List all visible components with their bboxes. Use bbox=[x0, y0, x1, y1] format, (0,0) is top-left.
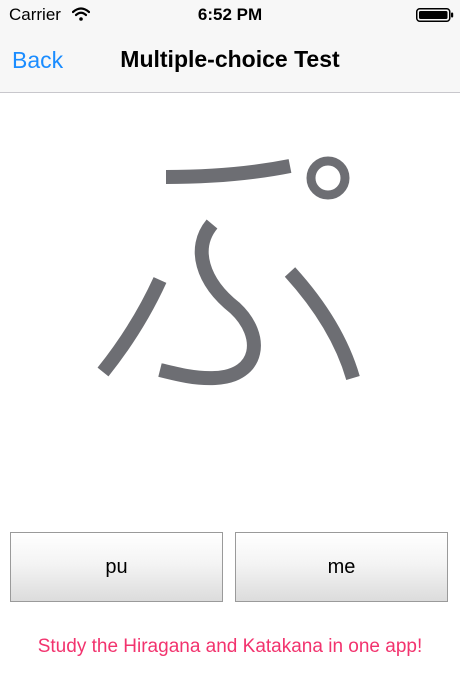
navigation-bar: Back Multiple-choice Test bbox=[0, 30, 460, 93]
promo-banner[interactable]: Study the Hiragana and Katakana in one a… bbox=[0, 636, 460, 658]
page-title: Multiple-choice Test bbox=[120, 46, 340, 72]
kana-stroke-center bbox=[158, 219, 261, 386]
status-bar: Carrier 6:52 PM bbox=[0, 0, 460, 30]
answer-button-pu[interactable]: pu bbox=[10, 532, 223, 602]
battery-icon bbox=[416, 8, 454, 22]
kana-stroke-right bbox=[284, 267, 360, 380]
kana-stroke-left bbox=[97, 277, 167, 377]
answer-button-me[interactable]: me bbox=[235, 532, 448, 602]
kana-character: ぷ bbox=[97, 156, 360, 386]
status-time: 6:52 PM bbox=[197, 5, 263, 24]
kana-stroke-top bbox=[165, 159, 292, 184]
handakuten-mark bbox=[306, 156, 350, 200]
